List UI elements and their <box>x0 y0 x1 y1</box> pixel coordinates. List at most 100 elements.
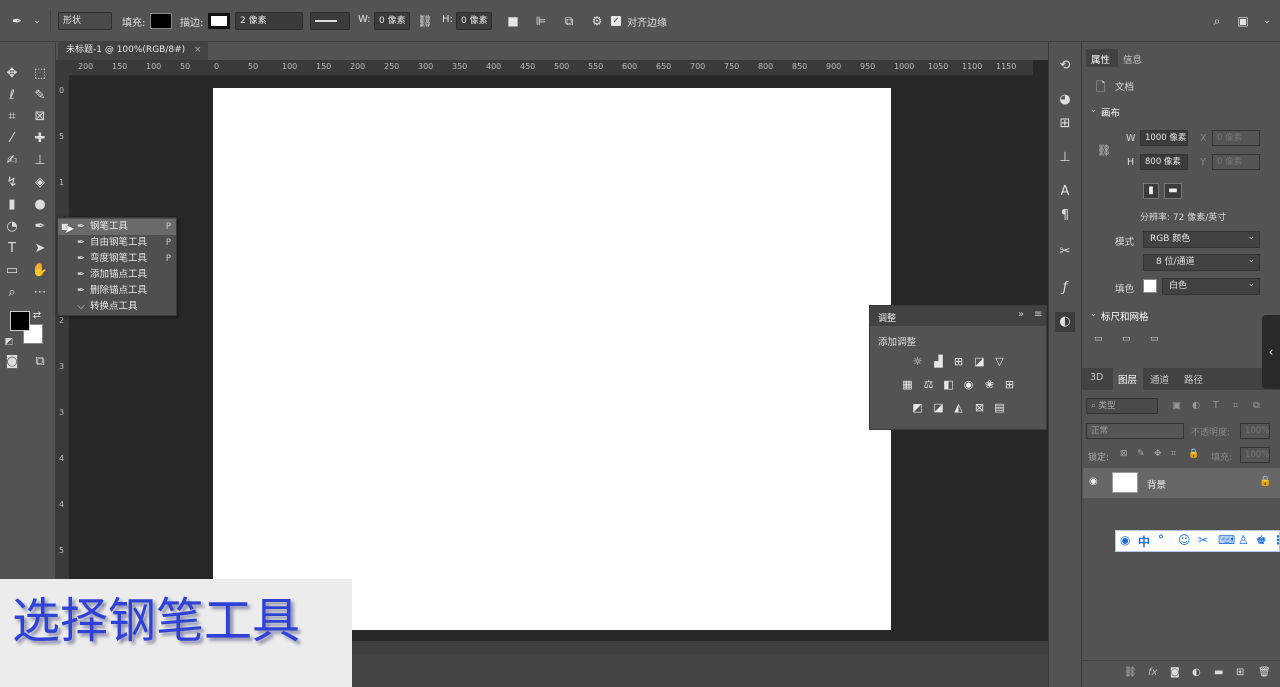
marquee-tool-icon[interactable]: ⬚ <box>29 64 51 84</box>
vibrance-icon[interactable]: ▽ <box>992 355 1007 368</box>
lasso-tool-icon[interactable]: ℓ <box>1 86 23 106</box>
layer-name[interactable]: 背景 <box>1147 477 1166 491</box>
canvas-section-title[interactable]: 画布 <box>1101 105 1120 119</box>
horizontal-ruler[interactable]: 200 150 100 50 0 50 100 150 200 250 300 350 400 450 50… <box>70 60 1033 76</box>
eraser-tool-icon[interactable]: ◈ <box>29 173 51 193</box>
ime-skin-icon[interactable]: ♚ <box>1256 533 1267 547</box>
selective-color-icon[interactable]: ⊠ <box>972 401 987 414</box>
link-icon[interactable]: ⛓ <box>1097 144 1111 157</box>
color-palette-icon[interactable]: ◕ <box>1055 90 1075 110</box>
color-lookup-icon[interactable]: ⊞ <box>1002 378 1017 391</box>
black-white-icon[interactable]: ◧ <box>941 378 956 391</box>
collapse-panel-icon[interactable]: » <box>1018 309 1024 320</box>
vertical-ruler[interactable]: 051122334455 <box>56 76 70 641</box>
filter-adjustment-icon[interactable]: ◐ <box>1192 400 1200 411</box>
brightness-contrast-icon[interactable]: ☼ <box>910 355 925 368</box>
styles-fx-icon[interactable]: ƒ <box>1055 278 1075 298</box>
tab-properties[interactable]: 属性 <box>1086 49 1118 67</box>
ime-language-toggle[interactable]: 中 <box>1138 533 1150 550</box>
curves-icon[interactable]: ⊞ <box>951 355 966 368</box>
hand-tool-icon[interactable]: ✋ <box>29 261 51 281</box>
quick-select-tool-icon[interactable]: ✎ <box>29 86 51 106</box>
landscape-orientation-icon[interactable]: ▬ <box>1164 183 1182 199</box>
swap-colors-icon[interactable]: ⇄ <box>30 306 44 326</box>
layer-filter-select[interactable]: ⌕ 类型 <box>1086 398 1158 414</box>
adjustments-dock-icon[interactable]: ◐ <box>1055 312 1075 332</box>
history-icon[interactable]: ⟲ <box>1055 56 1075 76</box>
path-operations-icon[interactable]: ■ <box>504 12 522 30</box>
fx-icon[interactable]: fx <box>1148 667 1157 678</box>
frame-tool-icon[interactable]: ⊠ <box>29 107 51 127</box>
canvas-width-field[interactable]: 1000 像素 <box>1140 130 1188 146</box>
bit-depth-select[interactable]: 8 位/通道 <box>1143 253 1260 271</box>
new-group-icon[interactable]: ▬ <box>1214 667 1223 678</box>
lock-transparent-icon[interactable]: ⊠ <box>1120 449 1128 459</box>
document-tab[interactable]: 未标题-1 @ 100%(RGB/8#) × <box>58 42 208 60</box>
rectangle-tool-icon[interactable]: ▭ <box>1 261 23 281</box>
dodge-tool-icon[interactable]: ◔ <box>1 217 23 237</box>
workspace-icon[interactable]: ▣ <box>1234 12 1252 30</box>
canvas-x-field[interactable]: 0 像素 <box>1212 130 1260 146</box>
collapse-side-tab[interactable]: ‹ <box>1262 315 1280 389</box>
stroke-width-field[interactable]: 2 像素 <box>235 12 303 30</box>
search-icon[interactable]: ⌕ <box>1208 12 1226 30</box>
chevron-down-icon[interactable]: ⌄ <box>1258 12 1276 30</box>
more-tools-icon[interactable]: ⋯ <box>29 283 51 303</box>
rulers-grid-section-title[interactable]: 标尺和网格 <box>1101 309 1149 323</box>
height-field[interactable]: 0 像素 <box>456 12 492 30</box>
photo-filter-icon[interactable]: ◉ <box>961 378 976 391</box>
ime-more-icon[interactable]: ⋮ <box>1272 533 1280 547</box>
guides-toggle-icon[interactable]: ▭ <box>1150 334 1159 344</box>
lock-artboard-icon[interactable]: ⌗ <box>1171 449 1176 459</box>
healing-brush-icon[interactable]: ✚ <box>29 129 51 149</box>
grid-toggle-icon[interactable]: ▭ <box>1122 334 1131 344</box>
align-edges-checkbox[interactable]: ✓ <box>611 16 621 26</box>
lock-position-icon[interactable]: ✥ <box>1154 449 1162 459</box>
tab-3d[interactable]: 3D <box>1090 372 1103 383</box>
pen-tool-icon[interactable]: ✒ <box>29 217 51 237</box>
layer-fill-field[interactable]: 100% <box>1240 447 1270 463</box>
gear-icon[interactable]: ⚙ <box>588 12 606 30</box>
tab-layers[interactable]: 图层 <box>1113 368 1143 390</box>
gradient-tool-icon[interactable]: ▮ <box>1 195 23 215</box>
trash-icon[interactable]: 🗑 <box>1258 667 1271 678</box>
link-icon[interactable]: ⛓ <box>416 12 434 30</box>
clone-stamp-icon[interactable]: ⊥ <box>29 151 51 171</box>
pen-tool-preset-icon[interactable]: ✒ <box>8 12 26 30</box>
fill-swatch[interactable] <box>150 13 172 29</box>
panel-menu-icon[interactable]: ≡ <box>1034 309 1042 320</box>
canvas-y-field[interactable]: 0 像素 <box>1212 154 1260 170</box>
tab-info[interactable]: 信息 <box>1123 52 1142 66</box>
gradient-map-icon[interactable]: ▤ <box>992 401 1007 414</box>
flyout-item-delete-anchor[interactable]: ✒ 删除锚点工具 <box>58 283 176 299</box>
ime-emoji-icon[interactable]: ☺ <box>1178 533 1191 547</box>
character-icon[interactable]: A <box>1055 182 1075 202</box>
zoom-tool-icon[interactable]: ⌕ <box>1 283 23 303</box>
channel-mixer-icon[interactable]: ❀ <box>982 378 997 391</box>
tool-mode-select[interactable]: 形状 <box>58 12 112 30</box>
document-canvas[interactable] <box>213 88 891 630</box>
tab-paths[interactable]: 路径 <box>1184 372 1203 386</box>
screen-mode-icon[interactable]: ⧉ <box>29 352 51 372</box>
filter-shape-icon[interactable]: ⌗ <box>1233 400 1238 411</box>
ime-user-icon[interactable]: ♙ <box>1238 533 1249 547</box>
new-adjustment-icon[interactable]: ◐ <box>1192 667 1201 678</box>
ime-logo-icon[interactable]: ◉ <box>1120 533 1130 547</box>
filter-type-icon[interactable]: T <box>1213 400 1219 411</box>
stroke-swatch[interactable] <box>208 13 230 29</box>
tool-presets-icon[interactable]: ✂ <box>1055 242 1075 262</box>
color-mode-select[interactable]: RGB 颜色 <box>1143 230 1260 248</box>
ime-scissors-icon[interactable]: ✂ <box>1198 533 1208 547</box>
ruler-toggle-icon[interactable]: ▭ <box>1094 334 1103 344</box>
visibility-eye-icon[interactable]: ◉ <box>1089 476 1098 487</box>
swatches-grid-icon[interactable]: ⊞ <box>1055 114 1075 134</box>
threshold-icon[interactable]: ◭ <box>951 401 966 414</box>
portrait-orientation-icon[interactable]: ▮ <box>1143 183 1159 199</box>
chevron-down-icon[interactable]: ⌄ <box>1090 309 1097 318</box>
hue-saturation-icon[interactable]: ▦ <box>900 378 915 391</box>
filter-smart-object-icon[interactable]: ⧉ <box>1253 400 1260 411</box>
ime-keyboard-icon[interactable]: ⌨ <box>1218 533 1235 547</box>
close-tab-button[interactable]: × <box>194 45 202 55</box>
flyout-item-convert-point[interactable]: ⌵ 转换点工具 <box>58 299 176 315</box>
path-alignment-icon[interactable]: ⊫ <box>532 12 550 30</box>
